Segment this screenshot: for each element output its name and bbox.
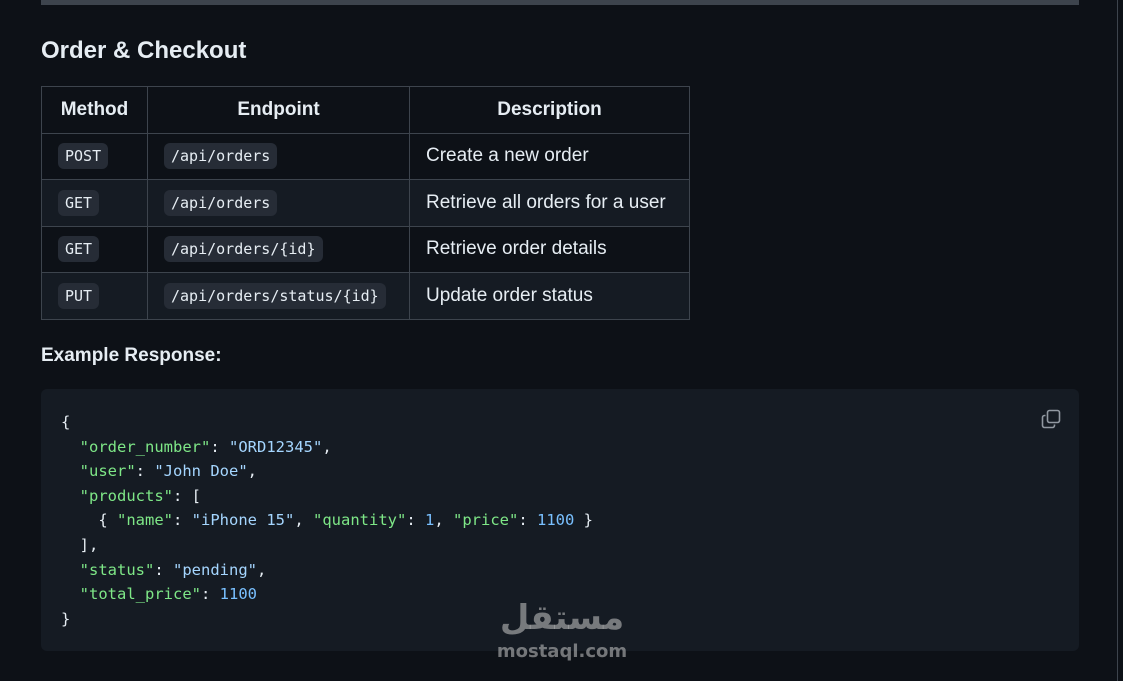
description-cell: Retrieve all orders for a user	[409, 179, 690, 227]
json-key: "status"	[79, 560, 155, 579]
json-string: "pending"	[173, 560, 257, 579]
endpoint-path: /api/orders	[164, 143, 278, 170]
json-key: "price"	[453, 511, 519, 530]
example-response-label: Example Response:	[41, 345, 222, 366]
endpoint-path: /api/orders/status/{id}	[164, 282, 386, 309]
description-cell: Retrieve order details	[409, 225, 690, 273]
code-brace: }	[61, 609, 71, 628]
json-number: 1	[425, 511, 435, 530]
section-divider	[41, 0, 1079, 5]
json-key: "user"	[79, 462, 136, 481]
method-cell: GET	[41, 179, 148, 227]
json-key: "name"	[117, 511, 173, 530]
method-badge: PUT	[58, 282, 100, 309]
copy-button[interactable]	[1037, 405, 1065, 433]
copy-icon	[1041, 409, 1061, 429]
json-number: 1100	[537, 511, 575, 530]
json-key: "order_number"	[79, 437, 211, 456]
description-cell: Create a new order	[409, 132, 690, 180]
method-cell: POST	[41, 132, 148, 180]
endpoint-cell: /api/orders	[147, 132, 410, 180]
watermark-arabic: مستقل	[499, 598, 625, 638]
json-string: "ORD12345"	[229, 437, 323, 456]
code-brace: {	[61, 413, 71, 431]
description-text: Retrieve order details	[426, 238, 607, 260]
description-text: Create a new order	[426, 145, 589, 167]
description-text: Retrieve all orders for a user	[426, 191, 666, 213]
method-badge: GET	[58, 189, 100, 216]
table-header-row: Method Endpoint Description	[41, 86, 690, 134]
description-text: Update order status	[426, 284, 593, 306]
json-string: "John Doe"	[154, 462, 248, 481]
watermark-latin: mostaql.com	[496, 641, 628, 662]
json-string: "iPhone 15"	[191, 511, 295, 530]
watermark-logo: مستقل mostaql.com	[494, 598, 630, 662]
method-cell: PUT	[41, 272, 148, 320]
table-row: POST /api/orders Create a new order	[41, 132, 690, 180]
table-row: GET /api/orders Retrieve all orders for …	[41, 179, 690, 227]
json-key: "products"	[79, 486, 173, 505]
method-cell: GET	[41, 225, 148, 273]
header-method: Method	[41, 86, 148, 134]
scrollbar-edge	[1117, 0, 1118, 681]
method-badge: GET	[58, 236, 100, 263]
json-key: "quantity"	[313, 511, 407, 530]
json-number: 1100	[219, 585, 257, 604]
table-row: PUT /api/orders/status/{id} Update order…	[41, 272, 690, 320]
description-cell: Update order status	[409, 272, 690, 320]
endpoint-path: /api/orders/{id}	[164, 236, 323, 263]
json-key: "total_price"	[79, 585, 201, 604]
endpoint-path: /api/orders	[164, 189, 278, 216]
section-title: Order & Checkout	[41, 37, 247, 64]
method-badge: POST	[58, 143, 109, 170]
endpoints-table: Method Endpoint Description POST /api/or…	[41, 86, 690, 320]
header-endpoint: Endpoint	[147, 86, 410, 134]
endpoint-cell: /api/orders/{id}	[147, 225, 410, 273]
table-row: GET /api/orders/{id} Retrieve order deta…	[41, 225, 690, 273]
endpoint-cell: /api/orders	[147, 179, 410, 227]
header-description: Description	[409, 86, 690, 134]
endpoint-cell: /api/orders/status/{id}	[147, 272, 410, 320]
page: Order & Checkout Method Endpoint Descrip…	[0, 0, 1123, 681]
